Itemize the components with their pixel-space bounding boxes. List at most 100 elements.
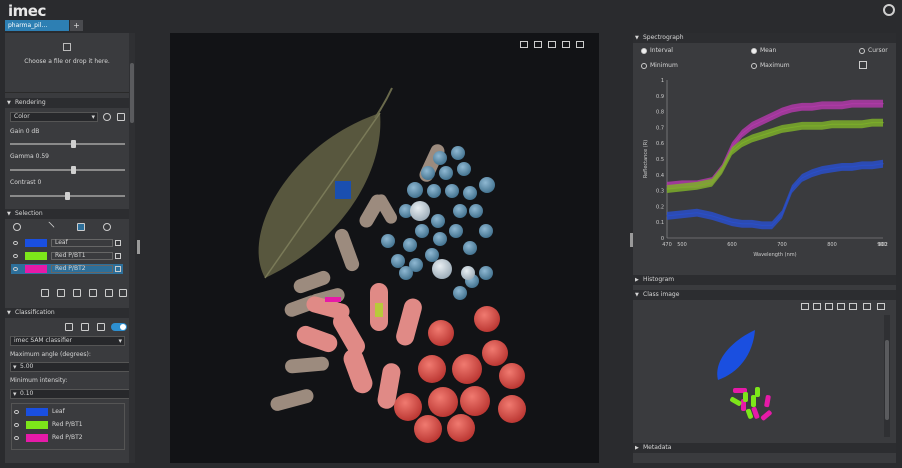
min-intensity-input[interactable]: 0.10	[10, 389, 130, 399]
fit-to-window-icon[interactable]	[837, 303, 845, 310]
file-drop-zone[interactable]: Choose a file or drop it here.	[5, 33, 129, 93]
image-viewer[interactable]	[170, 33, 599, 463]
data-point	[882, 122, 884, 124]
scrollbar-thumb[interactable]	[130, 63, 134, 123]
edit-icon[interactable]	[115, 240, 121, 246]
delete-class-icon[interactable]	[57, 289, 65, 297]
selection-roi-red-pbt1[interactable]	[375, 303, 383, 317]
export-icon[interactable]	[877, 303, 885, 310]
classification-class-red-pbt2[interactable]: Red P/BT2	[12, 433, 124, 443]
class-image-view[interactable]	[633, 303, 885, 437]
eye-icon[interactable]	[14, 410, 19, 414]
rectangle-tool-icon[interactable]	[77, 223, 85, 231]
export-icon[interactable]	[81, 323, 89, 331]
group-icon[interactable]	[97, 323, 105, 331]
contrast-slider-handle[interactable]	[65, 192, 70, 200]
selection-roi-leaf[interactable]	[335, 181, 351, 199]
radio-maximum[interactable]: Maximum	[751, 62, 790, 69]
hyperspectral-image[interactable]	[170, 33, 599, 463]
y-tick-label: 0.9	[656, 94, 664, 100]
section-metadata[interactable]: Metadata	[633, 443, 896, 453]
radio-mean[interactable]: Mean	[751, 47, 776, 54]
settings-gear-icon[interactable]	[883, 4, 895, 16]
class-color-swatch[interactable]	[25, 265, 47, 273]
scrollbar-thumb[interactable]	[885, 340, 889, 420]
max-angle-input[interactable]: 5.00	[10, 362, 130, 372]
play-icon[interactable]	[520, 41, 528, 48]
radio-minimum[interactable]: Minimum	[641, 62, 678, 69]
section-histogram[interactable]: Histogram	[633, 275, 896, 285]
eye-icon[interactable]	[14, 423, 19, 427]
left-panel-scrollbar[interactable]	[129, 33, 135, 463]
data-point	[771, 115, 773, 117]
eye-icon[interactable]	[13, 241, 18, 245]
classification-class-red-pbt1[interactable]: Red P/BT1	[12, 420, 124, 430]
eye-icon[interactable]	[14, 436, 19, 440]
class-image-scrollbar[interactable]	[884, 315, 890, 437]
classification-class-list: Leaf Red P/BT1 Red P/BT2	[11, 403, 125, 450]
import-icon[interactable]	[89, 289, 97, 297]
class-color-swatch	[26, 421, 48, 429]
eye-icon[interactable]	[13, 267, 18, 271]
edit-icon[interactable]	[115, 266, 121, 272]
fit-to-window-icon[interactable]	[562, 41, 570, 48]
data-point	[871, 164, 873, 166]
gain-slider-handle[interactable]	[70, 140, 76, 148]
zoom-icon[interactable]	[548, 41, 556, 48]
export-icon[interactable]	[119, 289, 127, 297]
eye-icon[interactable]	[13, 254, 18, 258]
group-icon[interactable]	[73, 289, 81, 297]
section-class-image[interactable]: Class image	[633, 290, 896, 300]
data-point	[781, 111, 783, 113]
selection-roi-red-pbt2[interactable]	[325, 297, 341, 302]
y-tick-label: 0.1	[656, 220, 664, 226]
radio-cursor[interactable]: Cursor	[859, 47, 888, 54]
class-name: Red P/BT1	[55, 252, 86, 259]
line-tool-icon[interactable]	[43, 221, 55, 233]
brush-tool-icon[interactable]	[13, 223, 21, 231]
selection-class-red-pbt2[interactable]: Red P/BT2	[11, 264, 123, 274]
classification-toggle[interactable]	[111, 323, 127, 331]
play-icon[interactable]	[801, 303, 809, 310]
gain-slider[interactable]	[10, 140, 125, 148]
ellipse-tool-icon[interactable]	[103, 223, 111, 231]
drop-text: Choose a file or drop it here.	[24, 58, 110, 65]
classifier-select[interactable]: imec SAM classifier	[10, 336, 125, 346]
radio-interval[interactable]: Interval	[641, 47, 673, 54]
section-selection[interactable]: Selection	[5, 209, 129, 219]
data-point	[841, 166, 843, 168]
x-tick-label: 700	[777, 242, 787, 248]
visibility-icon[interactable]	[103, 113, 111, 121]
data-point	[731, 150, 733, 152]
screenshot-icon[interactable]	[849, 303, 857, 310]
zoom-icon[interactable]	[825, 303, 833, 310]
contrast-slider[interactable]	[10, 192, 125, 200]
render-mode-select[interactable]: Color	[10, 112, 98, 122]
class-color-swatch[interactable]	[25, 239, 47, 247]
tab-file[interactable]: pharma_pil…	[5, 20, 69, 31]
lock-icon[interactable]	[65, 323, 73, 331]
add-tab-button[interactable]: +	[70, 20, 83, 31]
section-rendering[interactable]: Rendering	[5, 98, 129, 108]
class-color-swatch[interactable]	[25, 252, 47, 260]
reset-view-icon[interactable]	[813, 303, 821, 310]
reset-view-icon[interactable]	[534, 41, 542, 48]
data-point	[771, 131, 773, 133]
save-icon[interactable]	[105, 289, 113, 297]
selection-class-red-pbt1[interactable]: Red P/BT1	[11, 251, 123, 261]
selection-class-leaf[interactable]: Leaf	[11, 238, 123, 248]
data-point	[791, 107, 793, 110]
export-icon[interactable]	[859, 61, 867, 69]
export-icon[interactable]	[117, 113, 125, 121]
classification-class-leaf[interactable]: Leaf	[12, 407, 124, 417]
gamma-slider-handle[interactable]	[70, 166, 76, 174]
edit-icon[interactable]	[115, 253, 121, 259]
screenshot-icon[interactable]	[576, 41, 584, 48]
gamma-slider[interactable]	[10, 166, 125, 174]
left-splitter-handle[interactable]	[137, 240, 140, 254]
spectrograph-chart[interactable]: 00.10.20.30.40.50.60.70.80.91470 500 600 70…	[637, 76, 893, 272]
section-classification[interactable]: Classification	[5, 308, 129, 318]
layers-icon[interactable]	[863, 303, 871, 310]
section-spectrograph[interactable]: Spectrograph	[633, 33, 896, 43]
add-class-icon[interactable]	[41, 289, 49, 297]
